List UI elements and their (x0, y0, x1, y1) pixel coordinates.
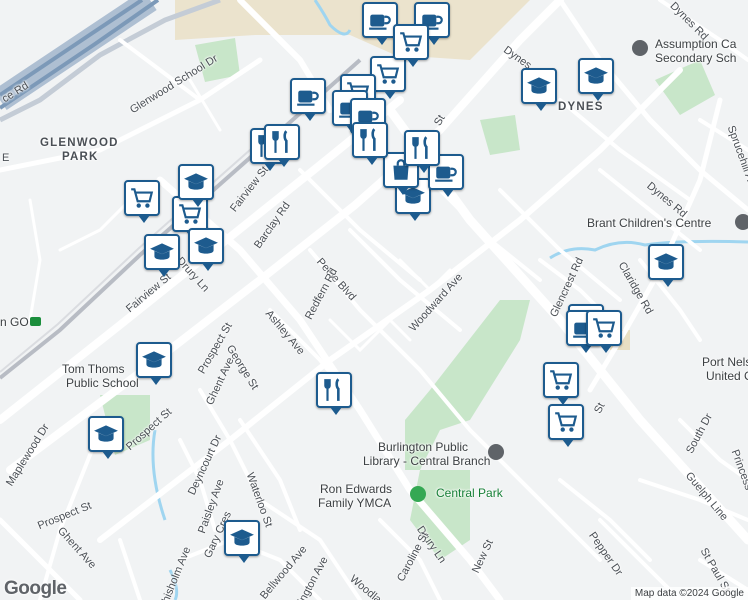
grocery-marker[interactable] (543, 362, 579, 405)
google-logo: Google (4, 578, 67, 599)
poi-label-assumption[interactable]: Assumption Ca (655, 37, 736, 51)
school-icon (93, 421, 119, 447)
grocery-marker[interactable] (393, 24, 429, 67)
school-icon (583, 63, 609, 89)
poi-label-port-nelson[interactable]: Port Nels (702, 355, 748, 369)
restaurant-marker[interactable] (316, 372, 352, 415)
grocery-marker[interactable] (124, 180, 160, 223)
school-marker[interactable] (578, 58, 614, 101)
restaurant-icon (409, 135, 435, 161)
grocery-marker[interactable] (586, 310, 622, 353)
map-attribution[interactable]: Map data ©2024 Google (630, 587, 748, 600)
area-label-dynes: DYNES (558, 101, 604, 113)
school-marker[interactable] (144, 234, 180, 277)
poi-label-tom-thomson-2[interactable]: Public School (66, 376, 139, 390)
restaurant-icon (269, 129, 295, 155)
school-icon (229, 525, 255, 551)
grocery-icon (553, 409, 579, 435)
restaurant-icon (357, 127, 383, 153)
area-label-park: PARK (62, 151, 99, 163)
poi-label-library[interactable]: Burlington Public (378, 440, 468, 454)
grocery-icon (591, 315, 617, 341)
grocery-icon (398, 29, 424, 55)
school-icon (149, 239, 175, 265)
poi-label-ymca-2[interactable]: Family YMCA (318, 496, 391, 510)
school-icon (653, 249, 679, 275)
cafe-marker[interactable] (290, 78, 326, 121)
go-transit-icon (30, 317, 41, 326)
park-icon (410, 486, 426, 502)
street-label: E (2, 152, 10, 164)
restaurant-marker[interactable] (352, 122, 388, 165)
library-icon (488, 444, 504, 460)
restaurant-icon (321, 377, 347, 403)
poi-label-go-station[interactable]: n GO (0, 315, 29, 329)
school-icon (526, 73, 552, 99)
school-icon (193, 233, 219, 259)
poi-label-ymca[interactable]: Ron Edwards (320, 482, 392, 496)
map-view[interactable]: GLENWOOD PARK DYNES ce Rd Glenwood Schoo… (0, 0, 748, 600)
school-marker[interactable] (224, 520, 260, 563)
area-label-glenwood: GLENWOOD (40, 137, 119, 149)
school-marker[interactable] (188, 228, 224, 271)
poi-label-port-nelson-2[interactable]: United Chur (706, 369, 748, 383)
grocery-icon (375, 61, 401, 87)
school-marker[interactable] (88, 416, 124, 459)
school-icon (141, 347, 167, 373)
grocery-icon (548, 367, 574, 393)
school-poi-icon (632, 40, 648, 56)
cafe-icon (295, 83, 321, 109)
poi-label-central-park[interactable]: Central Park (436, 486, 503, 500)
school-icon (183, 169, 209, 195)
restaurant-marker[interactable] (264, 124, 300, 167)
restaurant-marker[interactable] (404, 130, 440, 173)
school-marker[interactable] (648, 244, 684, 287)
grocery-icon (129, 185, 155, 211)
poi-label-library-2[interactable]: Library - Central Branch (363, 454, 490, 468)
poi-label-assumption-2[interactable]: Secondary Sch (655, 51, 736, 65)
school-marker[interactable] (178, 164, 214, 207)
cafe-icon (367, 7, 393, 33)
community-poi-icon (735, 214, 748, 230)
grocery-marker[interactable] (548, 404, 584, 447)
poi-label-brant-childrens-centre[interactable]: Brant Children's Centre (587, 216, 711, 230)
poi-label-tom-thomson[interactable]: Tom Thoms (62, 362, 124, 376)
school-marker[interactable] (521, 68, 557, 111)
school-marker[interactable] (136, 342, 172, 385)
